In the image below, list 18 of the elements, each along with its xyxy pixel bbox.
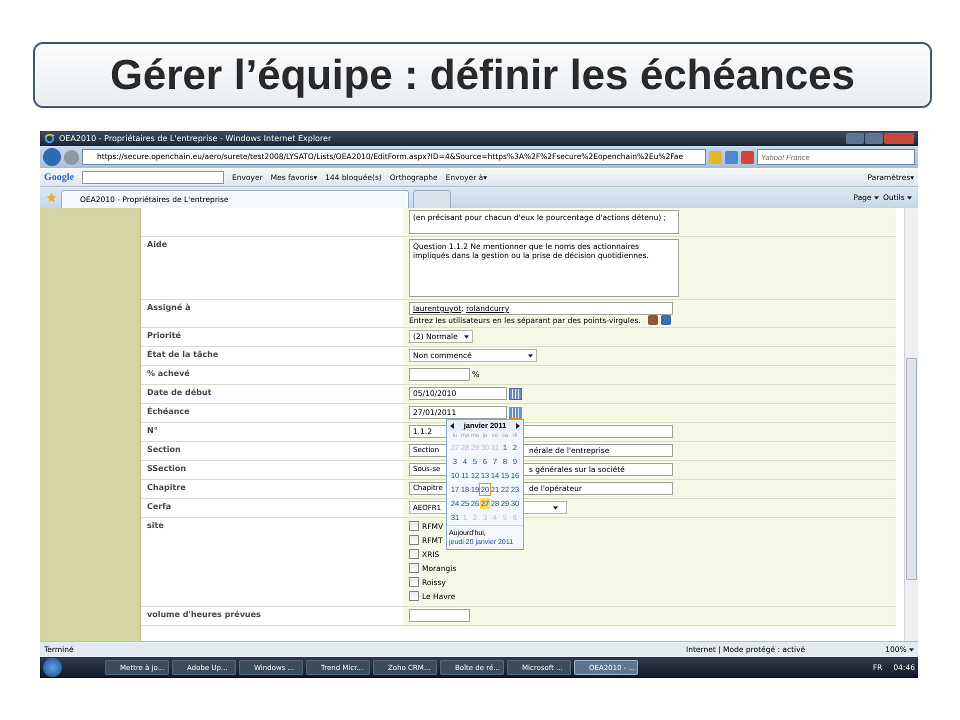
field-label: Assigné à <box>147 303 190 312</box>
google-logo: Google <box>44 172 74 182</box>
field-label: Cerfa <box>147 502 172 511</box>
field-label: État de la tâche <box>147 350 218 359</box>
field-label: % achevé <box>147 369 190 378</box>
field-label: Priorité <box>147 331 181 340</box>
field-label: Aide <box>147 240 168 249</box>
field-label: Section <box>147 445 181 454</box>
window-title: OEA2010 - Propriétaires de L'entreprise - Windows Internet Explorer <box>59 134 332 143</box>
percent-unit: % <box>472 370 480 379</box>
field-label: N° <box>147 426 158 435</box>
field-label: SSection <box>147 464 186 473</box>
field-label: site <box>147 521 164 530</box>
field-label: volume d'heures prévues <box>147 610 261 619</box>
field-label: Date de début <box>147 388 212 397</box>
field-label: Chapitre <box>147 483 186 492</box>
slide-title: Gérer l’équipe : définir les échéances <box>110 51 855 99</box>
field-label: Échéance <box>147 407 190 416</box>
